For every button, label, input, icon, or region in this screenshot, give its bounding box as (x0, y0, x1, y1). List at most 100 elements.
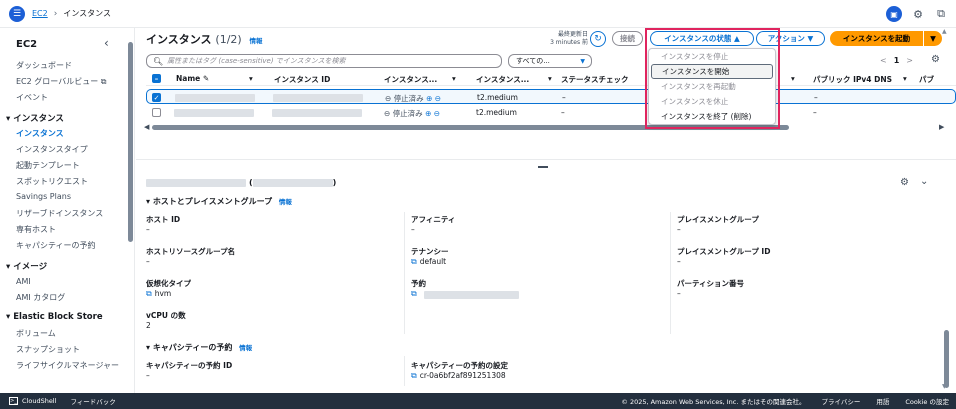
page-title-text: インスタンス (146, 33, 212, 46)
details-title-paren-close: ) (332, 178, 337, 187)
sidebar-section-ebs[interactable]: ▾ Elastic Block Store (6, 312, 103, 322)
capacity-setting-value-text[interactable]: cr-0a6bf2af891251308 (420, 371, 506, 380)
instance-type-cell: t2.medium (476, 108, 517, 117)
search-input[interactable]: 🔍︎ 属性またはタグ (case-sensitive) でインスタンスを検索 (146, 54, 502, 68)
main-scrollbar[interactable] (944, 330, 949, 388)
sidebar-item-savings-plans[interactable]: Savings Plans (16, 192, 71, 201)
caret-down-icon: ▼ (930, 34, 936, 43)
select-all-checkbox[interactable]: – (152, 74, 161, 83)
host-placement-section[interactable]: ▾ ホストとプレイスメントグループ 情報 (146, 196, 292, 207)
terms-link[interactable]: 用語 (876, 396, 889, 406)
sidebar-item-spot-requests[interactable]: スポットリクエスト (16, 176, 88, 187)
column-header-public-ip[interactable]: パブ (919, 74, 939, 85)
column-header-instance-type[interactable]: インスタンス... (476, 74, 529, 85)
instance-state-button[interactable]: インスタンスの状態 ▲ (650, 31, 754, 46)
copy-icon[interactable]: ⧉ (411, 289, 417, 298)
column-header-public-dns[interactable]: パブリック IPv4 DNS (813, 74, 892, 85)
sidebar-item-dashboard[interactable]: ダッシュボード (16, 60, 72, 71)
row-checkbox[interactable]: ✓ (152, 93, 161, 102)
page-title: インスタンス (1/2) 情報 (146, 31, 263, 47)
sidebar-item-capacity-reservations[interactable]: キャパシティーの予約 (16, 240, 96, 251)
column-header-status-check[interactable]: ステータスチェック (561, 74, 631, 85)
actions-label: アクション (767, 34, 805, 43)
column-header-instance-id[interactable]: インスタンス ID (274, 74, 330, 85)
cookie-settings-link[interactable]: Cookie の設定 (905, 396, 949, 406)
info-link[interactable]: 情報 (239, 344, 252, 352)
details-settings-icon[interactable]: ⚙ (900, 177, 909, 188)
sidebar-item-dedicated-hosts[interactable]: 専有ホスト (16, 224, 56, 235)
sort-icon[interactable]: ▾ (903, 74, 907, 83)
menu-item-terminate[interactable]: インスタンスを終了 (削除) (649, 109, 775, 124)
last-updated-value: 3 minutes 前 (550, 39, 588, 46)
table-settings-icon[interactable]: ⚙ (931, 54, 940, 65)
sidebar-section-instances[interactable]: ▾ インスタンス (6, 112, 64, 124)
zoom-out-icon[interactable]: ⊖ (434, 109, 440, 118)
launch-instance-dropdown[interactable]: ▼ (924, 31, 942, 46)
collapse-sidebar-icon[interactable]: ‹ (104, 36, 109, 50)
breadcrumb-ec2[interactable]: EC2 (32, 9, 48, 18)
horizontal-scrollbar[interactable] (152, 125, 789, 130)
row-checkbox[interactable] (152, 108, 161, 117)
refresh-button[interactable]: ↻ (590, 31, 606, 47)
public-dns-cell: – (814, 93, 818, 102)
zoom-out-icon[interactable]: ⊖ (435, 94, 441, 103)
sidebar-item-instances[interactable]: インスタンス (16, 128, 64, 139)
connect-button[interactable]: 接続 (612, 31, 643, 46)
sidebar-section-images[interactable]: ▾ イメージ (6, 260, 47, 272)
sidebar-item-instance-types[interactable]: インスタンスタイプ (16, 144, 88, 155)
cloudshell-button[interactable]: >_ CloudShell (9, 397, 56, 405)
sort-icon[interactable]: ▾ (452, 74, 456, 83)
sidebar-item-launch-templates[interactable]: 起動テンプレート (16, 160, 80, 171)
sort-icon[interactable]: ▾ (548, 74, 552, 83)
table-row[interactable]: ⊖ 停止済み ⊕ ⊖ t2.medium – – (146, 105, 956, 120)
sidebar-item-snapshots[interactable]: スナップショット (16, 344, 80, 355)
user-icon[interactable]: ⧉ (934, 7, 948, 21)
scroll-up-icon[interactable]: ▲ (942, 28, 947, 35)
filter-select[interactable]: すべての... ▼ (508, 54, 592, 68)
copy-icon[interactable]: ⧉ (411, 257, 417, 266)
next-page-button[interactable]: > (906, 56, 913, 65)
instance-type-cell: t2.medium (477, 93, 518, 102)
sort-icon[interactable]: ▾ (791, 74, 795, 83)
hamburger-icon[interactable]: ☰ (9, 5, 25, 22)
prev-page-button[interactable]: < (880, 56, 887, 65)
sidebar-item-reserved-instances[interactable]: リザーブドインスタンス (16, 208, 103, 219)
footer-links: © 2025, Amazon Web Services, Inc. またはその関… (621, 396, 949, 406)
virtualization-value: ⧉ hvm (146, 289, 171, 299)
placement-group-id-label: プレイスメントグループ ID (677, 247, 771, 256)
table-row[interactable]: ✓ ⊖ 停止済み ⊕ ⊖ t2.medium – – (146, 89, 956, 104)
feedback-link[interactable]: フィードバック (70, 396, 115, 406)
info-link[interactable]: 情報 (250, 37, 263, 45)
scroll-down-icon[interactable]: ▼ (942, 383, 947, 390)
info-link[interactable]: 情報 (279, 198, 292, 206)
split-handle[interactable] (538, 166, 548, 168)
privacy-link[interactable]: プライバシー (821, 396, 860, 406)
table-header: – Name ✎ ▾ インスタンス ID インスタンス... ▾ インスタンス.… (146, 71, 956, 86)
current-page[interactable]: 1 (894, 56, 900, 65)
launch-instance-button[interactable]: インスタンスを起動 (830, 31, 923, 46)
sidebar-item-lifecycle-manager[interactable]: ライフサイクルマネージャー (16, 360, 119, 371)
capacity-reservation-section[interactable]: ▾ キャパシティーの予約 情報 (146, 342, 252, 353)
zoom-in-icon[interactable]: ⊕ (425, 109, 431, 118)
column-header-name[interactable]: Name ✎ (176, 74, 209, 83)
copy-icon[interactable]: ⧉ (146, 289, 152, 298)
actions-button[interactable]: アクション ▼ (756, 31, 825, 46)
scroll-left-icon[interactable]: ◀ (144, 123, 149, 131)
redacted-name (174, 109, 254, 117)
settings-icon[interactable]: ⚙ (911, 7, 925, 21)
column-header-instance-state[interactable]: インスタンス... (384, 74, 437, 85)
sidebar-item-ami[interactable]: AMI (16, 277, 31, 286)
copy-icon[interactable]: ⧉ (411, 371, 417, 380)
sidebar-item-volumes[interactable]: ボリューム (16, 328, 56, 339)
menu-item-start[interactable]: インスタンスを開始 (651, 64, 773, 79)
zoom-in-icon[interactable]: ⊕ (426, 94, 432, 103)
sidebar-item-ami-catalog[interactable]: AMI カタログ (16, 292, 65, 303)
collapse-details-icon[interactable]: ⌄ (920, 176, 928, 187)
sidebar-item-global-view[interactable]: EC2 グローバルビュー ⧉ (16, 76, 106, 87)
sidebar-scroll-thumb[interactable] (128, 42, 133, 242)
sort-icon[interactable]: ▾ (249, 74, 253, 83)
notifications-icon[interactable]: ▣ (886, 6, 902, 22)
scroll-right-icon[interactable]: ▶ (939, 123, 944, 131)
sidebar-scrollbar[interactable] (127, 30, 133, 392)
sidebar-item-events[interactable]: イベント (16, 92, 48, 103)
